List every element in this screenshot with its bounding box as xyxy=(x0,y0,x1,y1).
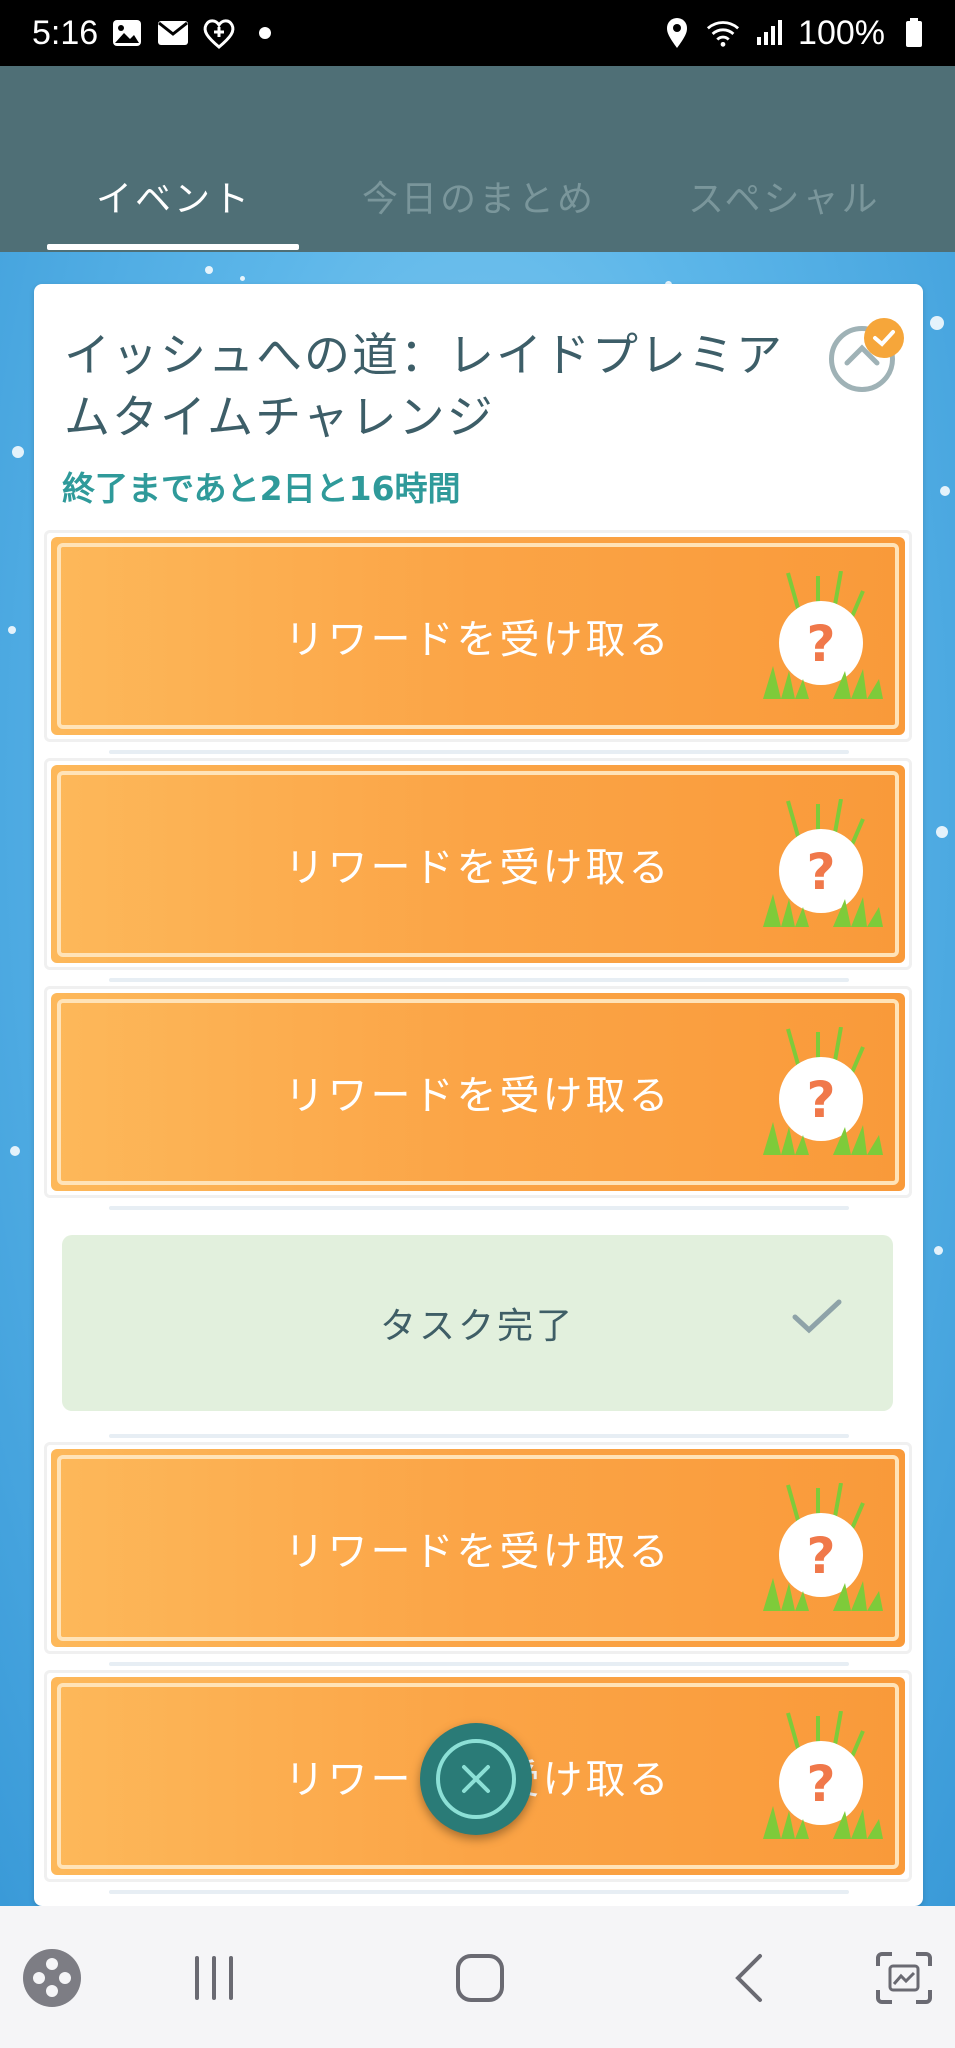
home-icon[interactable] xyxy=(448,1946,512,2010)
mystery-reward-icon: ? xyxy=(763,1483,883,1611)
wifi-icon xyxy=(706,16,740,50)
divider xyxy=(109,978,849,982)
mystery-reward-icon: ? xyxy=(763,571,883,699)
tab-special[interactable]: スペシャル xyxy=(688,170,880,222)
event-title: イッシュへの道：レイドプレミアムタイムチャレンジ xyxy=(64,328,784,444)
active-tab-indicator xyxy=(47,244,299,250)
svg-text:?: ? xyxy=(806,1755,835,1813)
claim-reward-button[interactable]: リワードを受け取る ? xyxy=(44,1442,912,1654)
claim-reward-button[interactable]: リワードを受け取る ? xyxy=(44,530,912,742)
event-card: イッシュへの道：レイドプレミアムタイムチャレンジ 終了まであと2日と16時間 リ… xyxy=(34,284,923,1906)
screenshot-icon[interactable] xyxy=(872,1946,936,2010)
divider xyxy=(109,1662,849,1666)
claim-reward-button[interactable]: リワードを受け取る ? xyxy=(44,986,912,1198)
task-complete-label: タスク完了 xyxy=(379,1306,575,1347)
svg-text:?: ? xyxy=(806,1527,835,1585)
divider xyxy=(109,1434,849,1438)
battery-percent: 100% xyxy=(798,13,885,52)
game-launcher-icon[interactable] xyxy=(20,1946,84,2010)
close-icon xyxy=(462,1765,490,1793)
tab-events[interactable]: イベント xyxy=(96,170,252,222)
mystery-reward-icon: ? xyxy=(763,1711,883,1839)
status-time: 5:16 xyxy=(32,13,99,52)
signal-icon xyxy=(752,16,786,50)
recent-apps-icon[interactable] xyxy=(182,1946,246,2010)
checkmark-icon xyxy=(792,1299,842,1334)
heart-app-icon xyxy=(202,16,236,50)
event-time-remaining: 終了まであと2日と16時間 xyxy=(62,469,461,508)
svg-text:?: ? xyxy=(806,843,835,901)
battery-icon xyxy=(897,16,931,50)
status-bar: 5:16 100% xyxy=(0,0,955,66)
close-button[interactable] xyxy=(420,1723,532,1835)
divider xyxy=(109,1890,849,1894)
claim-reward-button[interactable]: リワードを受け取る ? xyxy=(44,758,912,970)
task-complete-row: タスク完了 xyxy=(62,1235,893,1411)
svg-text:?: ? xyxy=(806,1071,835,1129)
system-nav-bar xyxy=(0,1906,955,2048)
completed-check-badge xyxy=(864,318,904,358)
svg-text:?: ? xyxy=(806,615,835,673)
dot-icon xyxy=(248,16,282,50)
mystery-reward-icon: ? xyxy=(763,799,883,927)
image-icon xyxy=(110,16,144,50)
mail-icon xyxy=(156,16,190,50)
header-bar xyxy=(0,66,955,252)
divider xyxy=(109,1206,849,1210)
mystery-reward-icon: ? xyxy=(763,1027,883,1155)
location-icon xyxy=(660,16,694,50)
divider xyxy=(109,750,849,754)
tab-today-summary[interactable]: 今日のまとめ xyxy=(362,170,596,222)
back-icon[interactable] xyxy=(716,1946,780,2010)
check-icon xyxy=(873,330,895,347)
